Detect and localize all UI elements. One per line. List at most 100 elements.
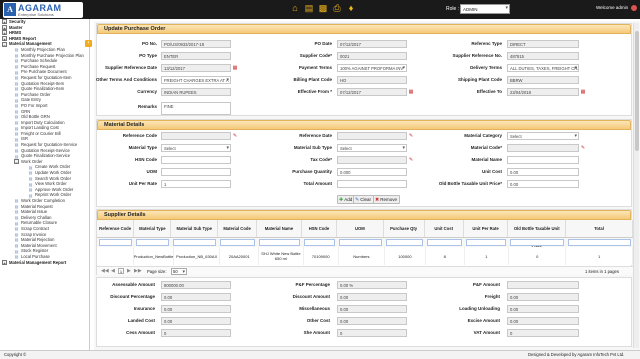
document-icon[interactable]: ▤ xyxy=(304,3,314,13)
referenc-type-field[interactable]: DIRECT xyxy=(507,40,579,48)
expand-icon[interactable]: + xyxy=(2,19,7,25)
column-filter-input[interactable] xyxy=(219,239,256,246)
column-filter-input[interactable] xyxy=(259,239,300,246)
clear-button[interactable]: ✎ Clear xyxy=(353,195,374,204)
sidebar-item-material-management-report[interactable]: + Material Management Report xyxy=(0,260,89,266)
material-category-field[interactable]: Select xyxy=(507,132,579,140)
she-amount-field[interactable]: 0 xyxy=(337,329,407,337)
column-header-purchase-qty[interactable]: Purchase Qty xyxy=(384,220,425,237)
column-header-hsn-code[interactable]: HSN Code xyxy=(302,220,338,237)
tax-code-field[interactable] xyxy=(337,156,407,164)
role-select[interactable]: ADMIN xyxy=(460,4,510,14)
other-cost-field[interactable]: 0.00 xyxy=(337,317,407,325)
column-filter-input[interactable] xyxy=(99,239,133,246)
column-header-unit-cost[interactable]: Unit Cost xyxy=(425,220,464,237)
column-header-unit-per-rate[interactable]: Unit Per Rate xyxy=(464,220,509,237)
lookup-icon[interactable]: ✎ xyxy=(408,157,414,163)
column-filter-input[interactable] xyxy=(567,239,631,246)
user-menu-icon[interactable] xyxy=(631,5,637,11)
bell-icon[interactable]: ♦ xyxy=(346,3,356,13)
column-header-total[interactable]: Total xyxy=(566,220,634,237)
last-page-icon[interactable]: ▶▶ xyxy=(134,268,142,274)
scroll-thumb[interactable] xyxy=(635,31,639,151)
reference-date-field[interactable] xyxy=(337,132,407,140)
uom-field[interactable] xyxy=(161,168,231,176)
remarks-field[interactable]: FINE xyxy=(161,102,231,115)
discount-amount-field[interactable]: 0.00 xyxy=(337,293,407,301)
company-logo[interactable]: A AGARAM Enterprise Solutions xyxy=(3,2,83,18)
material-name-field[interactable] xyxy=(507,156,579,164)
column-header-material-name[interactable]: Material Name xyxy=(257,220,302,237)
landed-cost-field[interactable]: 0.00 xyxy=(161,317,231,325)
po-no-field[interactable]: PO/US/0933/2017-18 xyxy=(161,40,231,48)
table-row[interactable]: Production_NewBottle Production_NB_630AX 2… xyxy=(97,247,634,265)
column-header-uom[interactable]: UOM xyxy=(337,220,384,237)
first-page-icon[interactable]: ◀◀ xyxy=(101,268,109,274)
purchase-quantity-field[interactable]: 0.000 xyxy=(337,168,407,176)
column-filter-input[interactable] xyxy=(426,239,462,246)
column-filter-input[interactable] xyxy=(465,239,507,246)
main-scrollbar[interactable] xyxy=(633,23,639,348)
prev-page-icon[interactable]: ◀ xyxy=(111,268,115,274)
material-type-field[interactable]: Select xyxy=(161,144,231,152)
shipping-plant-code-field[interactable]: BBRW xyxy=(507,76,579,84)
old-bottle-taxable-unit-price-field[interactable]: 0.00 xyxy=(507,180,579,188)
total-amount-field[interactable] xyxy=(337,180,407,188)
delivery-terms-field[interactable]: ALL DUTIES, TAXES, FREIGHT CHA xyxy=(507,64,579,72)
discount-percentage-field[interactable]: 0.00 xyxy=(161,293,231,301)
column-filter-input[interactable] xyxy=(510,239,564,246)
column-header-old-bottle-taxable-unit-price[interactable]: Old Bottle Taxable Unit Price xyxy=(508,220,567,248)
loading-unloading-field[interactable]: 0.00 xyxy=(507,305,579,313)
column-header-material-code[interactable]: Material Code xyxy=(218,220,258,237)
current-page[interactable]: 1 xyxy=(118,268,124,274)
column-header-material-sub-type[interactable]: Material Sub Type xyxy=(171,220,218,237)
hsn-code-field[interactable] xyxy=(161,156,231,164)
print-icon[interactable]: ⎙ xyxy=(332,3,342,13)
po-date-field[interactable]: 07/12/2017 xyxy=(337,40,407,48)
column-filter-input[interactable] xyxy=(385,239,423,246)
assessable-amount-field[interactable]: 800000.00 xyxy=(161,281,231,289)
unit-cost-field[interactable]: 0.00 xyxy=(507,168,579,176)
material-sub-type-field[interactable]: Select xyxy=(337,144,407,152)
home-icon[interactable]: ⌂ xyxy=(290,3,300,13)
column-header-reference-code[interactable]: Reference Code xyxy=(97,220,135,237)
lookup-icon[interactable]: ✎ xyxy=(580,145,586,151)
lookup-icon[interactable]: ✎ xyxy=(408,133,414,139)
calendar-icon[interactable]: ▦ xyxy=(580,89,586,95)
currency-field[interactable]: INDIAN RUPEES xyxy=(161,88,231,96)
insurance-field[interactable]: 0.00 xyxy=(161,305,231,313)
remove-button[interactable]: ✖ Remove xyxy=(373,195,400,204)
material-code-field[interactable] xyxy=(507,144,579,152)
effective-to-field[interactable]: 23/04/2018 xyxy=(507,88,579,96)
collapse-sidebar-button[interactable]: ‹ xyxy=(85,40,92,47)
p-f-percentage-field[interactable]: 0.00 % xyxy=(337,281,407,289)
expand-icon[interactable]: + xyxy=(2,36,7,42)
unit-per-rate-field[interactable]: 1 xyxy=(161,180,231,188)
calendar-icon[interactable]: ▦ xyxy=(232,65,238,71)
column-filter-input[interactable] xyxy=(173,239,216,246)
collapse-icon[interactable]: − xyxy=(14,159,19,165)
vat-amount-field[interactable]: 0 xyxy=(507,329,579,337)
supplier-reference-no-field[interactable]: 487815 xyxy=(507,52,579,60)
next-page-icon[interactable]: ▶ xyxy=(127,268,131,274)
excise-amount-field[interactable]: 0.00 xyxy=(507,317,579,325)
supplier-code-field[interactable]: 0021 xyxy=(337,52,407,60)
miscellaneous-field[interactable]: 0.00 xyxy=(337,305,407,313)
page-size-select[interactable]: 50 xyxy=(171,268,187,275)
p-f-amount-field[interactable] xyxy=(507,281,579,289)
expand-icon[interactable]: + xyxy=(2,30,7,36)
column-filter-input[interactable] xyxy=(136,239,170,246)
column-filter-input[interactable] xyxy=(303,239,336,246)
lookup-icon[interactable]: ✎ xyxy=(232,133,238,139)
expand-icon[interactable]: + xyxy=(2,24,7,31)
column-filter-input[interactable] xyxy=(339,239,382,246)
billing-plant-code-field[interactable]: HO xyxy=(337,76,407,84)
column-header-material-type[interactable]: Material Type xyxy=(134,220,172,237)
supplier-reference-date-field[interactable]: 13/12/2017 xyxy=(161,64,231,72)
effective-from-field[interactable]: 07/12/2017 xyxy=(337,88,407,96)
expand-icon[interactable]: + xyxy=(2,259,7,266)
collapse-icon[interactable]: − xyxy=(2,41,7,48)
payment-terms-field[interactable]: 100% AGAINST PROFORMA INV xyxy=(337,64,407,72)
reference-code-field[interactable] xyxy=(161,132,231,140)
building-icon[interactable]: ▩ xyxy=(318,3,328,13)
